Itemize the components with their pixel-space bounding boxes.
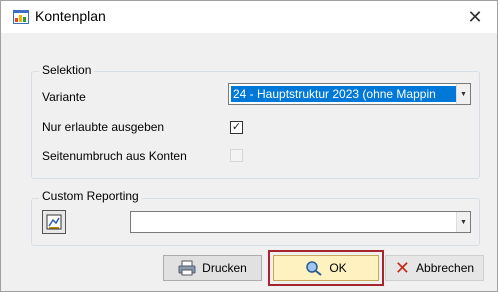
page-break-checkbox[interactable] bbox=[230, 149, 243, 162]
variante-select[interactable]: 24 - Hauptstruktur 2023 (ohne Mappin ▼ bbox=[228, 83, 471, 105]
title-bar: Kontenplan ✕ bbox=[1, 1, 497, 33]
printer-icon bbox=[178, 260, 196, 276]
checkmark-icon: ✓ bbox=[231, 121, 242, 133]
close-button[interactable]: ✕ bbox=[453, 1, 497, 33]
cancel-button[interactable]: ✕ Abbrechen bbox=[385, 255, 484, 281]
print-button-label: Drucken bbox=[202, 261, 247, 275]
ok-button[interactable]: OK bbox=[273, 255, 379, 281]
selection-group-label: Selektion bbox=[39, 63, 95, 77]
chevron-down-icon[interactable]: ▼ bbox=[456, 212, 470, 232]
page-break-label: Seitenumbruch aus Konten bbox=[42, 149, 187, 163]
report-designer-icon bbox=[46, 214, 62, 230]
report-designer-button[interactable] bbox=[42, 210, 66, 234]
ok-magnifier-icon bbox=[306, 261, 322, 276]
window-title: Kontenplan bbox=[35, 8, 106, 24]
ok-button-label: OK bbox=[329, 261, 347, 275]
chevron-down-icon[interactable]: ▼ bbox=[456, 84, 470, 104]
kontenplan-dialog: Kontenplan ✕ Selektion Variante 24 - Hau… bbox=[0, 0, 498, 292]
variante-select-value: 24 - Hauptstruktur 2023 (ohne Mappin bbox=[231, 86, 456, 102]
variante-label: Variante bbox=[42, 90, 86, 104]
close-icon: ✕ bbox=[467, 6, 483, 27]
report-select[interactable]: ▼ bbox=[130, 211, 471, 233]
cancel-button-label: Abbrechen bbox=[416, 261, 475, 275]
custom-reporting-group-label: Custom Reporting bbox=[39, 189, 142, 203]
only-allowed-label: Nur erlaubte ausgeben bbox=[42, 120, 165, 134]
only-allowed-checkbox[interactable]: ✓ bbox=[230, 121, 243, 134]
x-icon: ✕ bbox=[394, 258, 411, 278]
print-button[interactable]: Drucken bbox=[163, 255, 262, 281]
chart-window-icon bbox=[13, 10, 29, 24]
